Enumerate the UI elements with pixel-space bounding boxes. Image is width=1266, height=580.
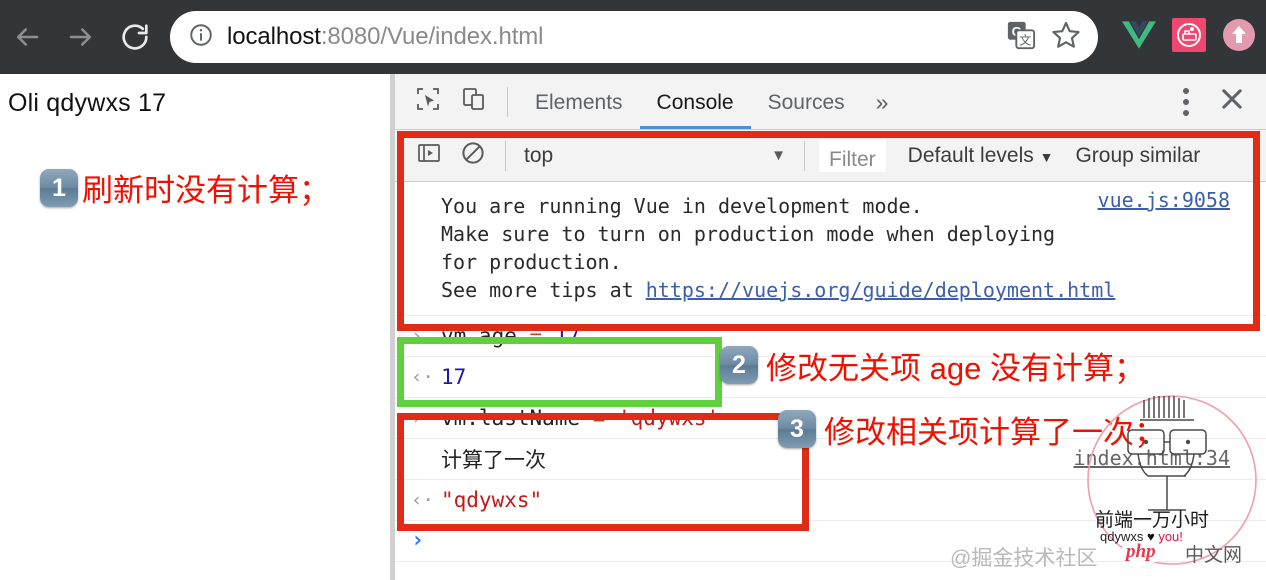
reload-icon bbox=[119, 21, 151, 53]
url-host: localhost bbox=[227, 23, 321, 50]
command-value: 17 bbox=[542, 324, 581, 348]
log-levels-dropdown[interactable]: Default levels ▼ bbox=[908, 144, 1054, 168]
clear-console-button[interactable] bbox=[451, 134, 495, 178]
device-toolbar-icon bbox=[461, 86, 487, 117]
result-prompt-icon: ‹· bbox=[411, 366, 434, 388]
clear-console-icon bbox=[460, 140, 486, 171]
command-operator: = bbox=[592, 406, 606, 430]
reload-button[interactable] bbox=[108, 0, 162, 74]
chevron-down-icon: ▼ bbox=[771, 147, 786, 164]
pink-extension-button[interactable] bbox=[1166, 0, 1212, 74]
svg-text:文: 文 bbox=[1019, 32, 1031, 47]
info-circle-icon[interactable] bbox=[188, 22, 214, 53]
result-value: 17 bbox=[441, 365, 467, 389]
kebab-dot bbox=[1183, 109, 1189, 116]
star-icon[interactable] bbox=[1050, 19, 1082, 56]
execution-context-value: top bbox=[524, 143, 554, 167]
console-toolbar-divider-2 bbox=[804, 140, 805, 171]
back-arrow-icon bbox=[12, 22, 42, 52]
vue-devtools-extension-button[interactable] bbox=[1116, 0, 1162, 74]
devtools-more-options-button[interactable] bbox=[1166, 79, 1206, 125]
console-input-prompt-icon: › bbox=[411, 528, 425, 553]
kebab-dot bbox=[1183, 98, 1189, 105]
annotation-badge-2: 2 bbox=[720, 346, 758, 384]
vue-devtools-icon bbox=[1122, 20, 1156, 55]
upload-extension-button[interactable] bbox=[1216, 0, 1262, 74]
google-translate-icon[interactable]: G 文 bbox=[1006, 20, 1036, 55]
tab-elements[interactable]: Elements bbox=[518, 74, 640, 129]
browser-toolbar: localhost:8080/Vue/index.html G 文 bbox=[0, 0, 1266, 74]
group-similar-toggle[interactable]: Group similar bbox=[1075, 144, 1200, 168]
command-value: 'qdywxs' bbox=[605, 406, 720, 430]
tabbar-divider bbox=[507, 86, 508, 117]
console-entry-warning[interactable]: You are running Vue in development mode.… bbox=[395, 182, 1266, 316]
command-prompt-icon: › bbox=[411, 325, 423, 347]
page-body-text: Oli qdywxs 17 bbox=[8, 89, 167, 117]
command-operator: = bbox=[529, 324, 543, 348]
console-sidebar-toggle-button[interactable] bbox=[407, 134, 451, 178]
close-devtools-button[interactable] bbox=[1206, 79, 1258, 125]
chevron-down-icon: ▼ bbox=[1039, 148, 1054, 165]
annotation-text-1: 刷新时没有计算； bbox=[82, 173, 330, 208]
command-text: vm.age = 17 bbox=[441, 319, 580, 353]
kebab-dot bbox=[1183, 87, 1189, 94]
command-object: vm.lastName bbox=[441, 406, 593, 430]
devtools-tabbar-right bbox=[1166, 79, 1266, 125]
url-text[interactable]: localhost:8080/Vue/index.html bbox=[227, 23, 992, 51]
back-button[interactable] bbox=[0, 0, 54, 74]
close-icon bbox=[1218, 85, 1246, 118]
watermark-signature-right: you! bbox=[1158, 529, 1183, 544]
device-toolbar-button[interactable] bbox=[451, 79, 497, 125]
more-tabs-button[interactable]: » bbox=[862, 76, 903, 128]
inspect-element-button[interactable] bbox=[405, 79, 451, 125]
annotation-badge-3: 3 bbox=[778, 410, 816, 448]
result-prompt-icon: ‹· bbox=[411, 489, 434, 511]
tab-console[interactable]: Console bbox=[639, 74, 751, 129]
site-credit-watermark: @掘金技术社区 bbox=[950, 547, 1098, 570]
annotation-text-2: 修改无关项 age 没有计算； bbox=[766, 351, 1145, 386]
php-logo-watermark: php bbox=[1122, 541, 1160, 563]
annotation-text-3: 修改相关项计算了一次； bbox=[824, 415, 1165, 450]
show-console-sidebar-icon bbox=[416, 140, 442, 171]
command-prompt-icon: › bbox=[411, 407, 423, 429]
pink-extension-icon bbox=[1172, 17, 1206, 57]
php-suffix-watermark: 中文网 bbox=[1185, 545, 1243, 566]
inspect-element-icon bbox=[415, 86, 441, 117]
command-object: vm.age bbox=[441, 324, 530, 348]
execution-context-selector[interactable]: top ▼ bbox=[516, 144, 794, 168]
log-text: 计算了一次 bbox=[441, 449, 546, 472]
forward-button[interactable] bbox=[54, 0, 108, 74]
web-page-viewport: Oli qdywxs 17 bbox=[0, 74, 390, 580]
devtools-tabbar: Elements Console Sources » bbox=[395, 74, 1266, 130]
upload-arrow-icon bbox=[1222, 18, 1256, 57]
address-bar[interactable]: localhost:8080/Vue/index.html G 文 bbox=[170, 11, 1098, 63]
deployment-doc-link[interactable]: https://vuejs.org/guide/deployment.html bbox=[646, 278, 1116, 302]
annotation-badge-1: 1 bbox=[40, 169, 78, 207]
console-toolbar: top ▼ Filter Default levels ▼ Group simi… bbox=[395, 130, 1266, 182]
url-path: :8080/Vue/index.html bbox=[320, 23, 544, 50]
forward-arrow-icon bbox=[66, 22, 96, 52]
log-levels-label: Default levels bbox=[907, 143, 1034, 167]
command-text: vm.lastName = 'qdywxs' bbox=[441, 401, 719, 435]
watermark-title: 前端一万小时 bbox=[1095, 510, 1210, 531]
console-toolbar-divider bbox=[505, 140, 506, 171]
console-entry-source[interactable]: vue.js:9058 bbox=[1098, 188, 1230, 212]
result-value: "qdywxs" bbox=[441, 488, 543, 512]
tab-sources[interactable]: Sources bbox=[751, 74, 862, 129]
console-filter-input[interactable]: Filter bbox=[819, 139, 886, 172]
